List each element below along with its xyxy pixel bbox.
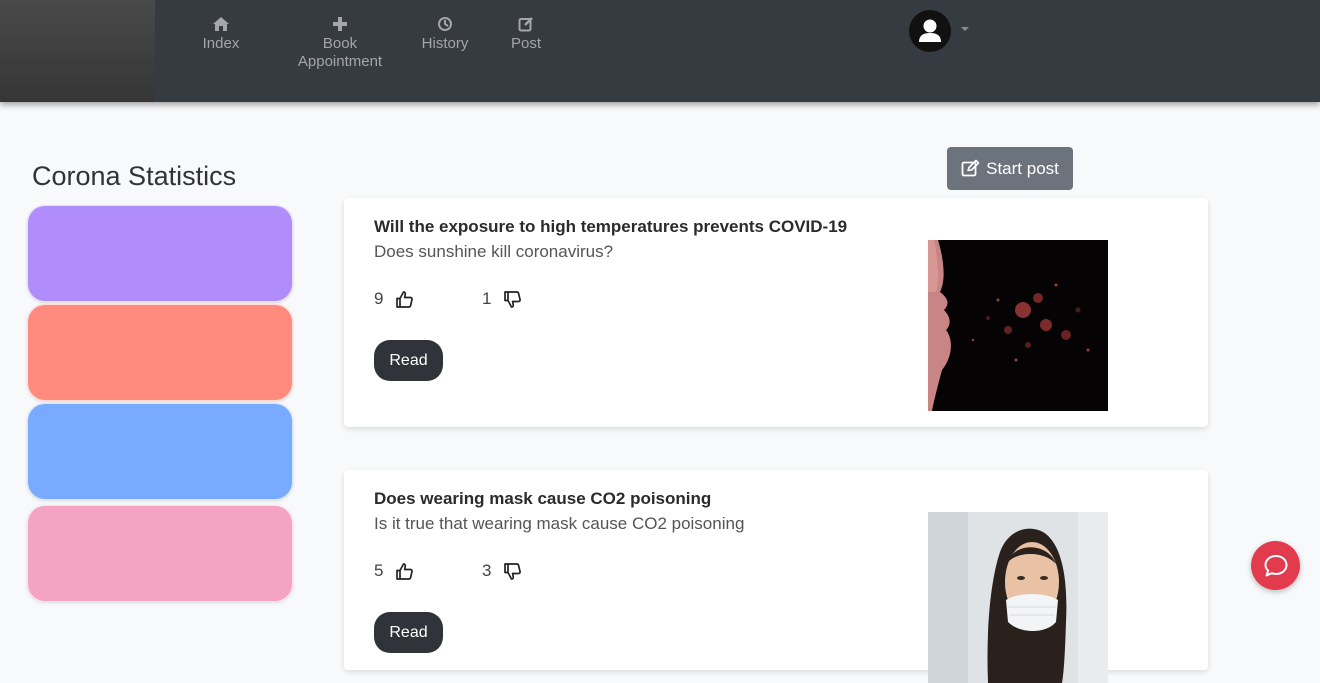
- start-post-label: Start post: [986, 158, 1059, 178]
- history-icon: [414, 16, 476, 34]
- post-image-sneeze: [928, 240, 1108, 411]
- thumbs-down-icon[interactable]: [503, 290, 522, 309]
- caret-down-icon[interactable]: [961, 27, 969, 31]
- chat-icon: [1264, 554, 1287, 576]
- nav-item-index[interactable]: Index: [195, 16, 247, 53]
- post-card: Will the exposure to high temperatures p…: [344, 198, 1208, 427]
- post-subtitle: Is it true that wearing mask cause CO2 p…: [374, 514, 745, 533]
- dislike-count: 1: [482, 289, 492, 308]
- thumbs-down-icon[interactable]: [503, 562, 522, 581]
- post-image-mask: [928, 512, 1108, 683]
- nav-item-label: Index: [202, 35, 240, 52]
- nav-item-history[interactable]: History: [414, 16, 476, 53]
- stat-card: [27, 403, 293, 500]
- plus-icon: [289, 16, 391, 34]
- post-card: Does wearing mask cause CO2 poisoning Is…: [344, 470, 1208, 683]
- stat-card: [27, 505, 293, 602]
- read-button[interactable]: Read: [374, 340, 443, 381]
- like-control: 5: [374, 561, 414, 581]
- like-count: 9: [374, 289, 384, 308]
- stat-card: [27, 205, 293, 302]
- home-icon: [195, 16, 247, 34]
- brand-logo-area[interactable]: [0, 0, 155, 102]
- stat-card: [27, 304, 293, 401]
- post-title: Does wearing mask cause CO2 poisoning: [374, 489, 712, 508]
- edit-icon: [961, 159, 980, 177]
- post-subtitle: Does sunshine kill coronavirus?: [374, 242, 614, 261]
- thumbs-up-icon[interactable]: [395, 562, 414, 581]
- like-count: 5: [374, 561, 384, 580]
- corona-statistics-title: Corona Statistics: [32, 161, 237, 191]
- read-button[interactable]: Read: [374, 612, 443, 653]
- thumbs-up-icon[interactable]: [395, 290, 414, 309]
- nav-item-label: Book Appointment: [297, 35, 383, 70]
- nav-item-label: History: [421, 35, 469, 52]
- edit-icon: [502, 16, 550, 34]
- user-icon: [919, 19, 941, 42]
- nav-item-book-appointment[interactable]: Book Appointment: [289, 16, 391, 71]
- nav-item-label: Post: [510, 35, 541, 52]
- dislike-count: 3: [482, 561, 492, 580]
- user-avatar[interactable]: [909, 10, 951, 52]
- like-control: 9: [374, 289, 414, 309]
- start-post-button[interactable]: Start post: [947, 147, 1073, 190]
- nav-item-post[interactable]: Post: [502, 16, 550, 53]
- dislike-control: 3: [482, 561, 522, 581]
- dislike-control: 1: [482, 289, 522, 309]
- post-title: Will the exposure to high temperatures p…: [374, 217, 848, 236]
- top-navbar: Index Book Appointment History Post: [0, 0, 1320, 102]
- chat-button[interactable]: [1251, 541, 1300, 590]
